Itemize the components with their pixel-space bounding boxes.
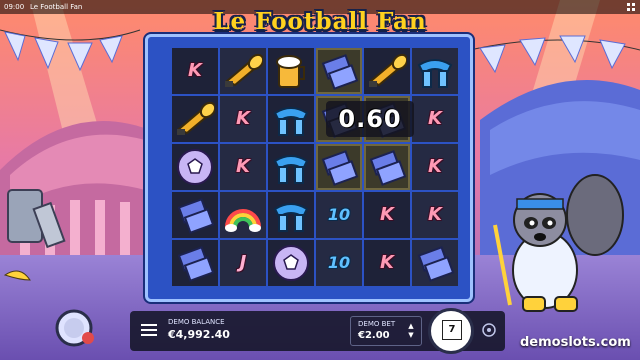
reel-cell <box>172 192 218 238</box>
reel-cell <box>220 192 266 238</box>
reel-cell: 10 <box>316 192 362 238</box>
reel-cell <box>412 48 458 94</box>
reel-cell <box>316 48 362 94</box>
bet-label: DEMO BET <box>358 320 396 328</box>
reel-cell <box>172 96 218 142</box>
clock: 09:00 <box>4 3 25 11</box>
reel-cell <box>172 240 218 286</box>
reel-cell: J <box>220 240 266 286</box>
reel-cell <box>172 144 218 190</box>
symbol-k: K <box>380 252 394 273</box>
reel-cell: K <box>172 48 218 94</box>
watermark: demoslots.com <box>520 335 631 350</box>
win-amount: 0.60 <box>326 101 414 137</box>
symbol-ten: 10 <box>327 253 351 272</box>
reel-cell <box>268 144 314 190</box>
reel-cell: K <box>220 144 266 190</box>
reel-cell <box>364 144 410 190</box>
balance-value: €4,992.40 <box>168 328 230 341</box>
reel-cell: K <box>412 96 458 142</box>
autoplay-icon[interactable] <box>480 321 498 339</box>
menu-icon[interactable] <box>626 2 636 12</box>
symbol-j: J <box>239 252 247 273</box>
reel-cell: K <box>364 192 410 238</box>
symbol-k: K <box>236 108 250 129</box>
reel-cell <box>364 48 410 94</box>
symbol-k: K <box>236 156 250 177</box>
reel-cell <box>412 240 458 286</box>
symbol-ten: 10 <box>327 205 351 224</box>
reel-cell <box>268 240 314 286</box>
symbol-k: K <box>428 156 442 177</box>
autospin-count: 7 <box>442 320 462 340</box>
symbol-k: K <box>428 108 442 129</box>
symbol-k: K <box>428 204 442 225</box>
menu-hamburger-icon[interactable] <box>138 320 160 340</box>
reel-cell <box>268 96 314 142</box>
reel-cell: 10 <box>316 240 362 286</box>
balance-label: DEMO BALANCE <box>168 318 225 326</box>
bet-adjust-icon[interactable]: ▲ ▼ <box>406 322 416 340</box>
reel-cell: K <box>364 240 410 286</box>
reel-cell <box>220 48 266 94</box>
reel-cell: K <box>412 192 458 238</box>
bet-value: €2.00 <box>358 330 390 341</box>
reel-cell <box>268 192 314 238</box>
symbol-k: K <box>380 204 394 225</box>
symbol-k: K <box>188 60 202 81</box>
reel-grid: K K K K K 10 K K J 10 K <box>172 48 462 288</box>
game-name-label: Le Football Fan <box>30 3 83 11</box>
reel-cell: K <box>412 144 458 190</box>
reel-cell: K <box>220 96 266 142</box>
reel-cell <box>268 48 314 94</box>
reel-cell <box>316 144 362 190</box>
bonus-buy-icon[interactable] <box>54 308 94 348</box>
